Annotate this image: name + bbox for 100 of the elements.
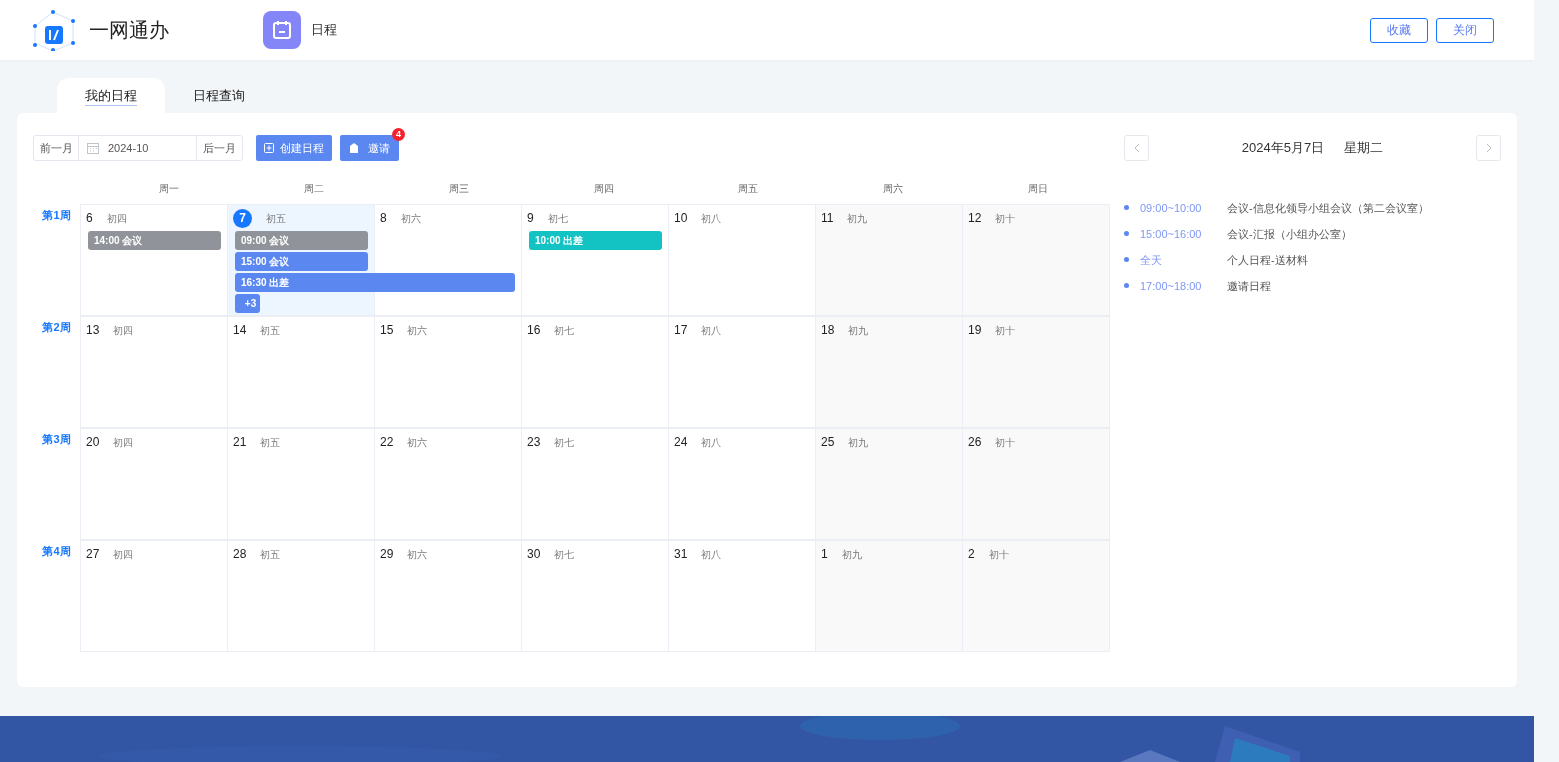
weekday-label: 周六 (881, 182, 904, 196)
event-chip[interactable]: 15:00 会议 (235, 252, 368, 271)
more-events-button[interactable]: +3 (235, 294, 260, 313)
lunar-date: 初五 (260, 323, 281, 338)
lunar-date: 初五 (260, 547, 281, 562)
day-number: 24 (674, 434, 688, 451)
lunar-date: 初五 (266, 211, 286, 226)
lunar-date: 初四 (113, 323, 134, 338)
lunar-date: 初六 (407, 547, 428, 562)
lunar-date: 初五 (260, 435, 281, 450)
day-number: 18 (821, 322, 835, 339)
day-number: 9 (527, 210, 534, 227)
weekday-label: 周日 (1026, 182, 1049, 196)
event-chip[interactable]: 10:00 出差 (529, 231, 662, 250)
plus-icon (264, 143, 274, 153)
bullet-icon (1124, 256, 1129, 262)
next-month-button[interactable]: 后一月 (197, 136, 242, 160)
event-chip[interactable]: 09:00 会议 (235, 231, 368, 250)
lunar-date: 初四 (113, 547, 134, 562)
week-label: 第4周 (42, 544, 71, 559)
agenda-time: 全天 (1140, 253, 1163, 269)
lunar-date: 初九 (841, 547, 862, 562)
day-number: 2 (968, 546, 975, 563)
module-title: 日程 (311, 21, 337, 40)
day-number: 10 (674, 210, 688, 227)
agenda-title[interactable]: 个人日程-送材料 (1227, 252, 1308, 269)
lunar-date: 初九 (848, 323, 869, 338)
app-name: 一网通办 (89, 18, 169, 43)
lunar-date: 初七 (547, 211, 568, 226)
invite-button[interactable]: 邀请 (340, 135, 399, 161)
next-day-button[interactable] (1476, 135, 1501, 161)
lunar-date: 初八 (701, 323, 722, 338)
agenda-time: 17:00~18:00 (1140, 279, 1203, 295)
weekday-label: 周五 (737, 182, 760, 196)
lunar-date: 初九 (847, 211, 868, 226)
day-number: 16 (527, 322, 541, 339)
prev-month-button[interactable]: 前一月 (34, 136, 79, 160)
header-button[interactable]: 收藏 (1370, 17, 1428, 43)
day-number: 6 (86, 210, 93, 227)
create-button[interactable]: 创建日程 (256, 135, 332, 161)
calendar-icon (87, 142, 99, 154)
prev-day-button[interactable] (1124, 135, 1149, 161)
lunar-date: 初六 (400, 211, 421, 226)
agenda-time: 09:00~10:00 (1140, 201, 1203, 217)
week-label: 第2周 (42, 320, 71, 335)
day-number: 12 (968, 210, 982, 227)
lunar-date: 初十 (995, 435, 1016, 450)
day-number: 25 (821, 434, 835, 451)
agenda-title[interactable]: 会议-信息化领导小组会议（第二会议室） (1227, 200, 1429, 217)
day-number: 21 (233, 434, 247, 451)
lunar-date: 初六 (407, 435, 428, 450)
lunar-date: 初四 (113, 435, 134, 450)
inbox-icon (349, 143, 359, 153)
week-label: 第3周 (42, 432, 71, 447)
day-number: 14 (233, 322, 247, 339)
weekday-label: 周一 (158, 182, 181, 196)
event-chip[interactable]: 16:30 出差 (235, 273, 515, 292)
tab[interactable]: 我的日程 (57, 78, 165, 113)
day-number: 20 (86, 434, 100, 451)
bullet-icon (1124, 204, 1129, 210)
event-chip[interactable]: 14:00 会议 (88, 231, 221, 250)
selected-date: 2024年5月7日 (1241, 139, 1325, 158)
calendar-icon (263, 11, 301, 49)
agenda-title[interactable]: 邀请日程 (1227, 278, 1271, 295)
chevron-left-icon (1133, 143, 1140, 153)
lunar-date: 初八 (701, 435, 722, 450)
day-number: 11 (821, 210, 834, 227)
lunar-date: 初十 (988, 547, 1009, 562)
agenda-title[interactable]: 会议-汇报（小组办公室） (1227, 226, 1352, 243)
day-number: 13 (86, 322, 100, 339)
tab[interactable]: 日程查询 (165, 78, 273, 113)
lunar-date: 初七 (554, 547, 575, 562)
lunar-date: 初八 (701, 547, 722, 562)
day-number: 28 (233, 546, 247, 563)
agenda-time: 15:00~16:00 (1140, 227, 1203, 243)
header-button[interactable]: 关闭 (1436, 17, 1494, 43)
chevron-right-icon (1485, 143, 1492, 153)
weekday-label: 周二 (303, 182, 326, 196)
day-number: 22 (380, 434, 394, 451)
lunar-date: 初十 (995, 211, 1016, 226)
day-number: 15 (380, 322, 394, 339)
lunar-date: 初十 (995, 323, 1016, 338)
day-number: 17 (674, 322, 688, 339)
day-number: 8 (380, 210, 387, 227)
weekday-label: 周四 (592, 182, 615, 196)
day-number: 29 (380, 546, 394, 563)
bullet-icon (1124, 282, 1129, 288)
lunar-date: 初四 (106, 211, 127, 226)
lunar-date: 初七 (554, 435, 575, 450)
day-number: 1 (821, 546, 828, 563)
day-number: 30 (527, 546, 541, 563)
lunar-date: 初九 (848, 435, 869, 450)
month-field[interactable]: 2024-10 (79, 136, 197, 160)
day-number: 26 (968, 434, 982, 451)
week-label: 第1周 (42, 208, 71, 223)
lunar-date: 初七 (554, 323, 575, 338)
day-number: 19 (968, 322, 982, 339)
count-badge: 4 (392, 128, 405, 141)
lunar-date: 初六 (407, 323, 428, 338)
weekday-text: 星期二 (1344, 139, 1384, 158)
